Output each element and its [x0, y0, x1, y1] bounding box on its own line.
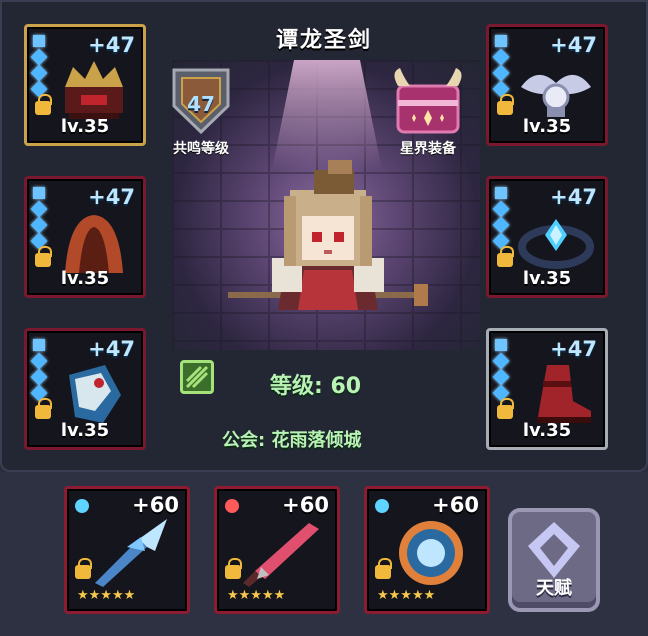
lock-icon — [497, 94, 514, 115]
enhance-level: +47 — [88, 185, 135, 209]
rune-icon — [75, 499, 89, 513]
enhance-level: +47 — [88, 33, 135, 57]
enhance-level: +47 — [550, 185, 597, 209]
item-level: lv.35 — [60, 268, 110, 289]
silver-winged-amulet-icon — [521, 74, 591, 117]
lock-icon — [497, 398, 514, 419]
equipment-slot-cloak[interactable]: +47 lv.35 — [24, 176, 146, 298]
enhance-level: +60 — [132, 493, 179, 517]
resonance-shield-icon: 47 — [168, 66, 234, 136]
enhance-level: +47 — [550, 33, 597, 57]
equipment-slot-boots[interactable]: +47 lv.35 — [486, 328, 608, 450]
resonance-level-value: 47 — [187, 92, 215, 116]
ice-spear-icon — [95, 519, 167, 587]
enhance-level: +47 — [550, 337, 597, 361]
weapon-slot-3[interactable]: +60 ★★★★★ — [364, 486, 490, 614]
weapon-slot-2[interactable]: +60 ★★★★★ — [214, 486, 340, 614]
lock-icon — [35, 94, 52, 115]
item-level: lv.35 — [522, 116, 572, 137]
star-rating: ★★★★★ — [77, 588, 136, 603]
crystal-shield-icon — [399, 521, 463, 585]
blue-gem-ring-icon — [518, 219, 594, 269]
lock-icon — [75, 558, 92, 579]
hero-character-sprite[interactable] — [228, 160, 428, 330]
equipment-slot-ring[interactable]: +47 lv.35 — [486, 176, 608, 298]
rune-icon — [375, 499, 389, 513]
astral-chest-icon — [394, 68, 462, 134]
crimson-sword-icon — [243, 523, 319, 587]
lock-icon — [375, 558, 392, 579]
resonance-level-badge[interactable]: 47 共鸣等级 — [168, 66, 234, 158]
lock-icon — [35, 246, 52, 267]
equipment-slot-helmet[interactable]: +47 lv.35 — [24, 24, 146, 146]
star-rating: ★★★★★ — [227, 588, 286, 603]
dark-crown-helmet-icon — [65, 61, 123, 119]
ice-gauntlet-icon — [69, 365, 121, 423]
red-cloak-icon — [65, 215, 123, 273]
lock-icon — [35, 398, 52, 419]
enhance-level: +60 — [282, 493, 329, 517]
equipment-slot-gauntlet[interactable]: +47 lv.35 — [24, 328, 146, 450]
weapon-slot-1[interactable]: +60 ★★★★★ — [64, 486, 190, 614]
resonance-level-label: 共鸣等级 — [173, 141, 229, 157]
hero-level: 等级: 60 — [270, 374, 362, 399]
rune-icon — [225, 499, 239, 513]
item-level: lv.35 — [60, 116, 110, 137]
hero-name: 谭龙圣剑 — [275, 28, 372, 53]
hero-guild[interactable]: 公会: 花雨落倾城 — [222, 426, 361, 452]
lock-icon — [497, 246, 514, 267]
red-boots-icon — [537, 365, 591, 423]
enhance-level: +60 — [432, 493, 479, 517]
talent-label: 天赋 — [536, 578, 572, 599]
astral-equipment-label: 星界装备 — [400, 141, 456, 157]
item-level: lv.35 — [522, 268, 572, 289]
class-skill-icon[interactable] — [180, 360, 214, 394]
equipment-slot-amulet[interactable]: +47 lv.35 — [486, 24, 608, 146]
enhance-level: +47 — [88, 337, 135, 361]
talent-button[interactable]: 天赋 — [508, 508, 600, 612]
item-level: lv.35 — [60, 420, 110, 441]
item-level: lv.35 — [522, 420, 572, 441]
star-rating: ★★★★★ — [377, 588, 436, 603]
lock-icon — [225, 558, 242, 579]
astral-equipment-badge[interactable]: 星界装备 — [390, 66, 466, 158]
